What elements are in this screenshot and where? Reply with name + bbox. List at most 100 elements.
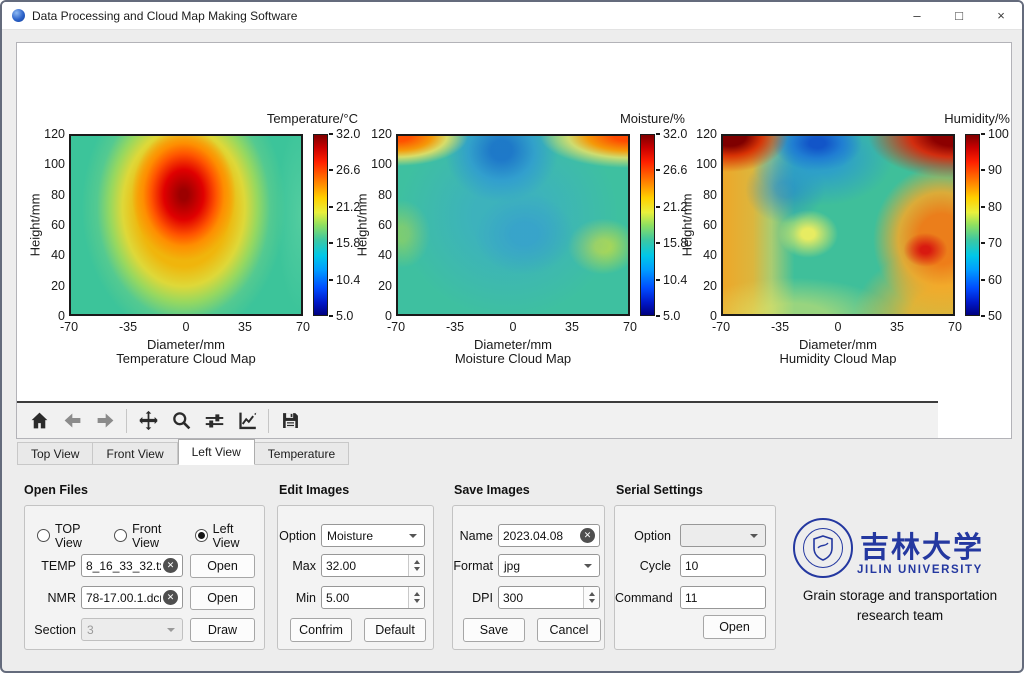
serial-option-row: Option [615,524,777,547]
nmr-file-input[interactable] [82,587,163,608]
toolbar-separator [126,409,127,433]
x-tick: 0 [164,320,208,334]
serial-open-button[interactable]: Open [703,615,766,639]
y-tick: 40 [679,248,717,262]
open-files-panel: TOP View Front View Left View TEMP ✕ Ope… [24,505,265,650]
x-tick: 0 [491,320,535,334]
x-tick: 35 [223,320,267,334]
y-tick: 40 [27,248,65,262]
x-tick: 70 [608,320,652,334]
x-tick: 35 [875,320,919,334]
min-input[interactable] [322,587,408,608]
option-dropdown[interactable]: Moisture [321,524,425,547]
colorbar-tick: 50 [988,309,1024,323]
temperature-heatmap[interactable] [69,134,303,316]
y-tick: 60 [27,218,65,232]
x-tick: 70 [281,320,325,334]
save-icon[interactable] [278,409,302,433]
y-tick: 100 [27,157,65,171]
dpi-label: DPI [453,591,493,605]
y-tick: 80 [354,188,392,202]
max-stepper[interactable] [408,555,424,576]
tab-left-view[interactable]: Left View [178,439,255,465]
min-stepper[interactable] [408,587,424,608]
serial-option-label: Option [615,529,671,543]
home-icon[interactable] [27,409,51,433]
pan-icon[interactable] [136,409,160,433]
command-input[interactable] [681,587,765,608]
customize-plot-icon[interactable] [235,409,259,433]
chevron-down-icon [167,628,175,632]
section-row: Section 3 Draw [25,618,266,641]
nmr-open-button[interactable]: Open [190,586,255,610]
y-tick: 40 [354,248,392,262]
tab-label: Front View [106,447,163,461]
university-name-chinese: 吉林大学 [854,524,990,566]
clear-icon[interactable]: ✕ [163,590,178,605]
save-button[interactable]: Save [463,618,525,642]
tab-front-view[interactable]: Front View [93,442,177,465]
team-caption-line1: Grain storage and transportation [780,586,1020,606]
min-label: Min [278,591,316,605]
moisture-heatmap[interactable] [396,134,630,316]
name-row: Name ✕ [453,524,606,547]
tab-temperature[interactable]: Temperature [255,442,349,465]
app-icon [12,9,25,22]
forward-icon[interactable] [93,409,117,433]
radio-front-view-label: Front View [132,522,184,550]
confirm-button[interactable]: Confrim [290,618,352,642]
min-row: Min [278,586,435,609]
humidity-colorbar [965,134,980,316]
radio-left-view[interactable] [195,529,208,542]
dpi-stepper[interactable] [583,587,599,608]
minimize-button[interactable]: – [896,2,938,30]
y-tick: 60 [679,218,717,232]
x-tick: -35 [758,320,802,334]
zoom-icon[interactable] [169,409,193,433]
title-bar: Data Processing and Cloud Map Making Sof… [2,2,1022,30]
colorbar-tick: 80 [988,200,1024,214]
temp-open-button[interactable]: Open [190,554,255,578]
serial-option-dropdown[interactable] [680,524,766,547]
name-input[interactable] [499,525,580,546]
plot-caption: Humidity Cloud Map [691,351,985,366]
y-tick: 100 [354,157,392,171]
view-radio-group: TOP View Front View Left View [37,524,257,547]
max-input[interactable] [322,555,408,576]
y-tick: 20 [27,279,65,293]
seal-inner-ring [803,528,843,568]
x-tick: -70 [699,320,743,334]
team-caption: Grain storage and transportation researc… [780,586,1020,625]
y-tick: 120 [27,127,65,141]
radio-top-view[interactable] [37,529,50,542]
window-controls: – □ × [896,2,1022,29]
back-icon[interactable] [60,409,84,433]
name-label: Name [453,529,493,543]
tab-top-view[interactable]: Top View [17,442,93,465]
x-axis-label: Diameter/mm [69,337,303,352]
plot-toolbar [17,401,938,438]
cancel-button[interactable]: Cancel [537,618,601,642]
y-tick: 80 [27,188,65,202]
radio-front-view[interactable] [114,529,127,542]
x-tick: 35 [550,320,594,334]
default-button[interactable]: Default [364,618,426,642]
temp-file-input[interactable] [82,555,163,576]
format-dropdown[interactable]: jpg [498,554,600,577]
tab-label: Temperature [268,447,335,461]
maximize-button[interactable]: □ [938,2,980,30]
dpi-input[interactable] [499,587,583,608]
colorbar-title: Humidity/% [944,111,1010,126]
draw-button[interactable]: Draw [190,618,255,642]
section-dropdown[interactable]: 3 [81,618,183,641]
x-tick: -35 [433,320,477,334]
humidity-heatmap[interactable] [721,134,955,316]
clear-icon[interactable]: ✕ [163,558,178,573]
cycle-input[interactable] [681,555,765,576]
close-button[interactable]: × [980,2,1022,30]
serial-open-row: Open [703,615,766,638]
option-row: Option Moisture [278,524,435,547]
configure-subplots-icon[interactable] [202,409,226,433]
edit-buttons-row: Confrim Default [290,618,426,641]
clear-icon[interactable]: ✕ [580,528,595,543]
